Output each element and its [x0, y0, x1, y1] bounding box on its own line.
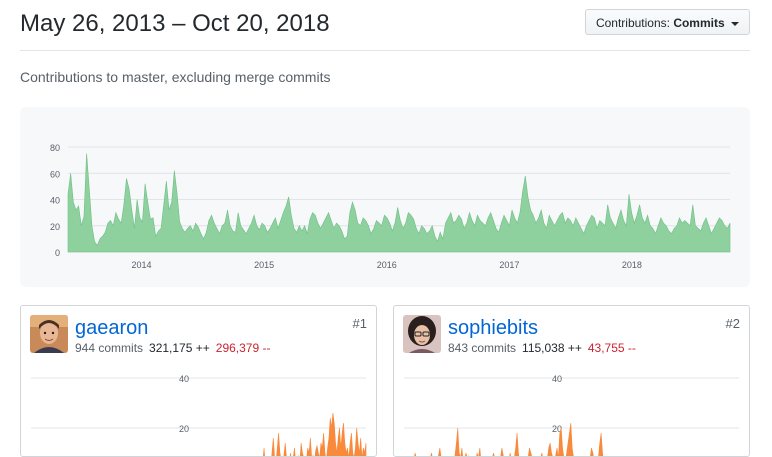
x-tick-label: 2018: [622, 260, 642, 270]
y-tick-label: 0: [55, 248, 60, 258]
additions-count: 321,175 ++: [149, 341, 210, 355]
x-tick-label: 2014: [132, 260, 152, 270]
contributor-stats: 944 commits 321,175 ++ 296,379 --: [75, 341, 270, 355]
x-tick-label: 2015: [254, 260, 274, 270]
page-header: May 26, 2013 – Oct 20, 2018 Contribution…: [20, 0, 750, 51]
contributor-rank: #1: [352, 316, 367, 331]
series-area: [67, 153, 731, 253]
date-range-title: May 26, 2013 – Oct 20, 2018: [20, 10, 330, 37]
x-tick-label: 2017: [499, 260, 519, 270]
y-tick-label: 80: [50, 143, 60, 153]
commit-count-link[interactable]: 944 commits: [75, 341, 143, 355]
x-tick-label: 2016: [377, 260, 397, 270]
contributions-dropdown[interactable]: Contributions: Commits: [584, 9, 750, 35]
contributor-card-header: gaearon #1 944 commits 321,175 ++ 296,379 …: [21, 306, 376, 361]
contributor-chart: 2040: [31, 374, 367, 456]
contributor-username[interactable]: gaearon: [75, 317, 148, 340]
dropdown-prefix: Contributions:: [595, 16, 674, 30]
contributor-card: gaearon #1 944 commits 321,175 ++ 296,379 …: [20, 305, 377, 457]
contributor-username[interactable]: sophiebits: [448, 317, 538, 340]
series-area: [263, 412, 367, 456]
main-contributions-chart: 0 20 40 60 80 2014 2015 2016 2017 2018: [20, 107, 750, 287]
contributor-card: sophiebits #2 843 commits 115,038 ++ 43,75…: [393, 305, 750, 457]
main-chart-svg: 0 20 40 60 80 2014 2015 2016 2017 2018: [50, 143, 731, 270]
avatar-image: [403, 315, 441, 353]
y-tick-label: 20: [50, 222, 60, 232]
contributor-chart: 2040: [404, 374, 739, 456]
contributor-stats: 843 commits 115,038 ++ 43,755 --: [448, 341, 636, 355]
y-tick-label: 40: [50, 196, 60, 206]
y-tick-label: 40: [552, 374, 562, 384]
y-tick-label: 60: [50, 169, 60, 179]
avatar[interactable]: [30, 315, 68, 353]
additions-count: 115,038 ++: [522, 341, 582, 355]
deletions-count: 43,755 --: [587, 341, 636, 355]
avatar[interactable]: [403, 315, 441, 353]
avatar-image: [30, 315, 68, 353]
deletions-count: 296,379 --: [215, 341, 271, 355]
y-tick-label: 40: [179, 374, 189, 384]
commit-count-link[interactable]: 843 commits: [448, 341, 516, 355]
contributor-rank: #2: [725, 316, 740, 331]
contributor-card-header: sophiebits #2 843 commits 115,038 ++ 43,75…: [394, 306, 749, 361]
caret-down-icon: [731, 21, 739, 26]
chart-subtitle: Contributions to master, excluding merge…: [20, 69, 331, 85]
y-tick-label: 20: [179, 424, 189, 434]
dropdown-value: Commits: [673, 16, 725, 30]
